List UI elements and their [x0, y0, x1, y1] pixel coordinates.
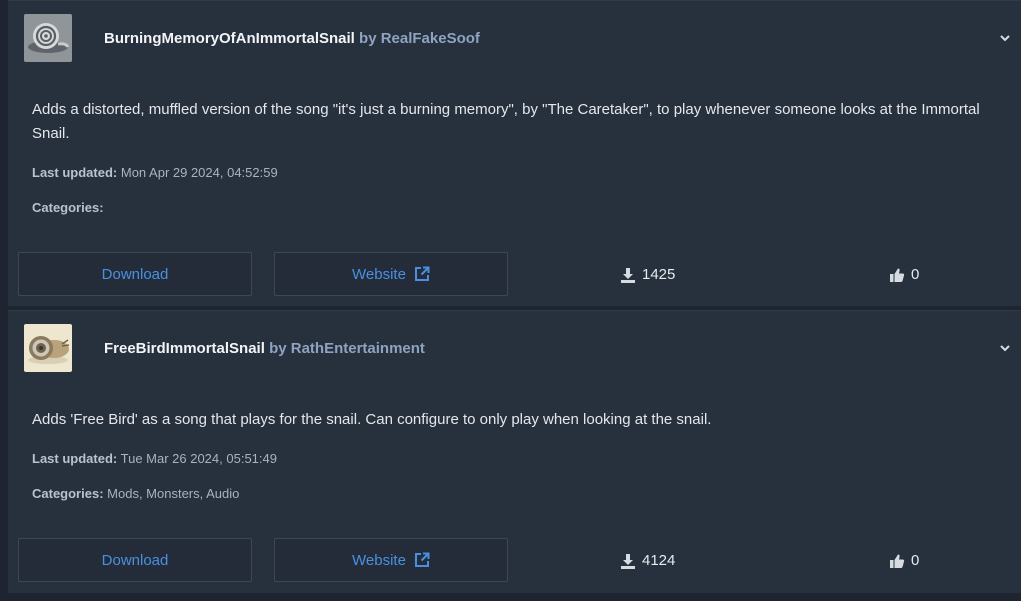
- mod-header: FreeBirdImmortalSnail by RathEntertainme…: [104, 340, 425, 357]
- mod-thumbnail[interactable]: [24, 324, 72, 372]
- download-button[interactable]: Download: [18, 538, 252, 582]
- download-button-label: Download: [101, 265, 169, 283]
- download-icon: [621, 267, 635, 283]
- mod-header: BurningMemoryOfAnImmortalSnail by RealFa…: [104, 30, 480, 47]
- thumbs-up-icon: [890, 268, 905, 282]
- mod-author[interactable]: by RathEntertainment: [269, 340, 425, 357]
- categories-label: Categories:: [32, 200, 104, 215]
- last-updated-label: Last updated:: [32, 165, 118, 180]
- last-updated-value: Mon Apr 29 2024, 04:52:59: [120, 165, 278, 180]
- mod-card: FreeBirdImmortalSnail by RathEntertainme…: [8, 310, 1021, 593]
- categories-value: Mods, Monsters, Audio: [107, 486, 240, 501]
- chevron-down-icon[interactable]: [999, 342, 1011, 354]
- thumbs-up-icon: [890, 554, 905, 568]
- download-count-value: 4124: [642, 552, 676, 569]
- like-count[interactable]: 0: [889, 552, 919, 569]
- download-count: 1425: [620, 266, 675, 283]
- mod-thumbnail[interactable]: [24, 14, 72, 62]
- download-count: 4124: [620, 552, 675, 569]
- like-count[interactable]: 0: [889, 266, 919, 283]
- download-icon: [621, 553, 635, 569]
- download-button[interactable]: Download: [18, 252, 252, 296]
- download-count-value: 1425: [642, 266, 676, 283]
- external-link-icon: [414, 552, 430, 567]
- mod-title[interactable]: BurningMemoryOfAnImmortalSnail: [104, 30, 355, 47]
- like-count-value: 0: [911, 266, 920, 283]
- categories: Categories:: [32, 200, 104, 215]
- mod-title[interactable]: FreeBirdImmortalSnail: [104, 340, 265, 357]
- website-button[interactable]: Website: [274, 252, 508, 296]
- chevron-down-icon[interactable]: [999, 32, 1011, 44]
- external-link-icon: [414, 266, 430, 281]
- mod-description: Adds 'Free Bird' as a song that plays fo…: [32, 411, 712, 428]
- download-button-label: Download: [101, 551, 169, 569]
- categories: Categories: Mods, Monsters, Audio: [32, 486, 239, 501]
- website-button[interactable]: Website: [274, 538, 508, 582]
- last-updated: Last updated: Tue Mar 26 2024, 05:51:49: [32, 451, 277, 466]
- mod-author[interactable]: by RealFakeSoof: [359, 30, 480, 47]
- last-updated: Last updated: Mon Apr 29 2024, 04:52:59: [32, 165, 278, 180]
- mod-description: Adds a distorted, muffled version of the…: [32, 101, 980, 142]
- snail-figure-icon: [24, 324, 72, 372]
- snail-shell-icon: [24, 14, 72, 62]
- mod-card: BurningMemoryOfAnImmortalSnail by RealFa…: [8, 0, 1021, 306]
- website-button-label: Website: [352, 265, 406, 283]
- like-count-value: 0: [911, 552, 920, 569]
- categories-label: Categories:: [32, 486, 104, 501]
- website-button-label: Website: [352, 551, 406, 569]
- last-updated-label: Last updated:: [32, 451, 118, 466]
- last-updated-value: Tue Mar 26 2024, 05:51:49: [120, 451, 277, 466]
